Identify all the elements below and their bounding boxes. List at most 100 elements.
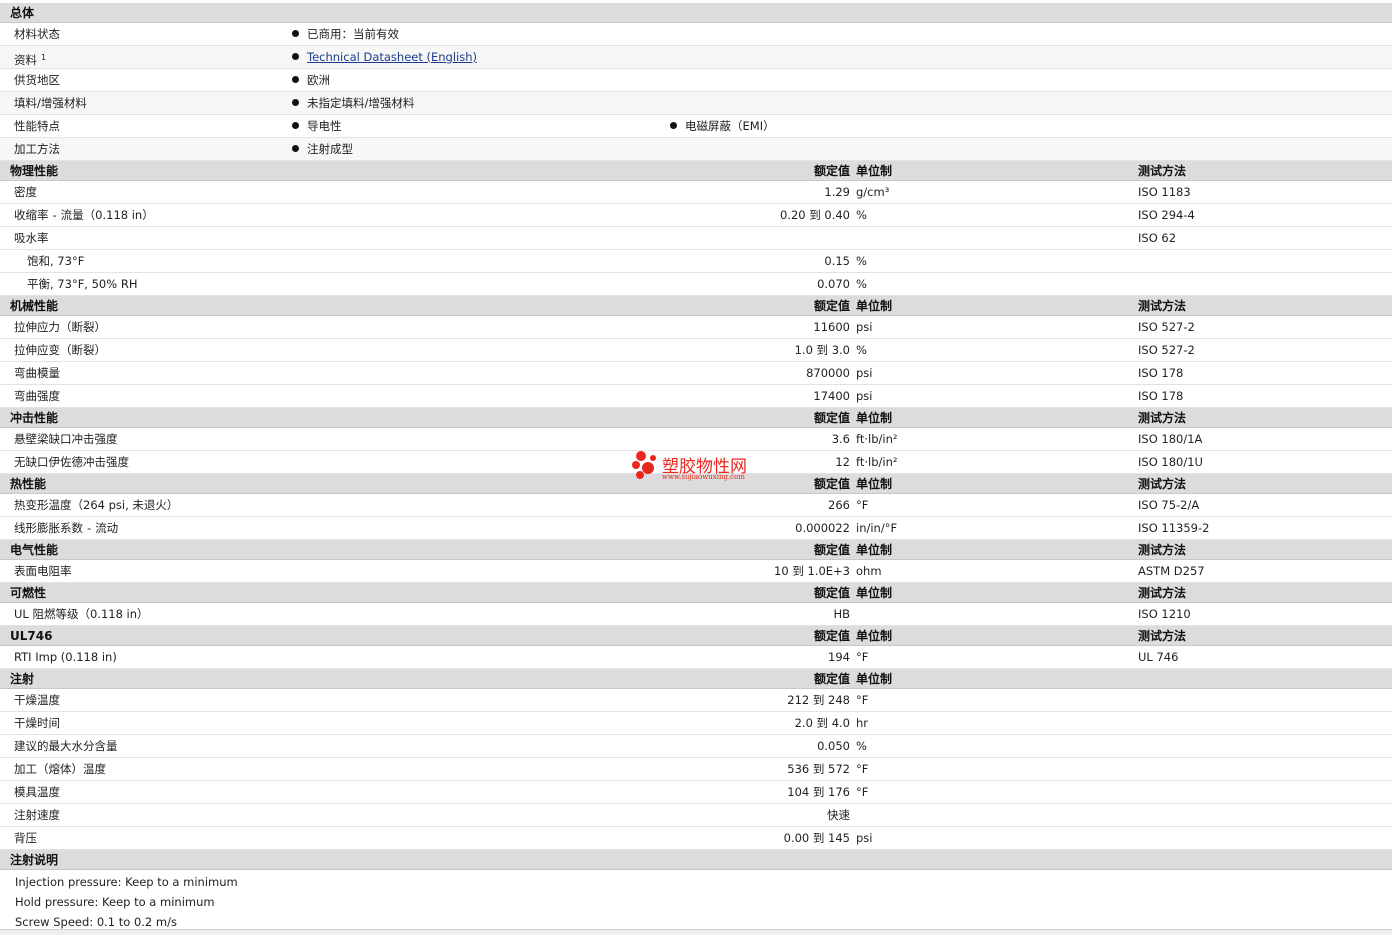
watermark-dots-icon [632, 450, 662, 482]
property-unit: % [856, 343, 867, 357]
property-row: 线形膨胀系数 - 流动 0.000022 in/in/°F ISO 11359-2 [0, 517, 1392, 540]
value-filler: 未指定填料/增强材料 [292, 92, 414, 115]
bullet-icon [292, 76, 299, 83]
watermark-subtitle: www.sujiaowuxing.com [662, 473, 745, 481]
property-label: 干燥温度 [14, 693, 60, 707]
value-feature-2: 电磁屏蔽（EMI） [670, 115, 775, 138]
property-test: ISO 178 [1138, 366, 1184, 380]
bullet-icon [292, 99, 299, 106]
property-label: RTI Imp (0.118 in) [14, 650, 117, 664]
property-row: UL 阻燃等级（0.118 in） HB ISO 1210 [0, 603, 1392, 626]
header-unit: 单位制 [856, 629, 893, 643]
property-value: 194 [828, 650, 850, 664]
property-row: 模具温度 104 到 176 °F [0, 781, 1392, 804]
property-value: 0.000022 [795, 521, 850, 535]
section-header-mechanical: 机械性能 额定值 单位制 测试方法 [0, 296, 1392, 316]
property-value: 1.29 [824, 185, 850, 199]
value-processing: 注射成型 [292, 138, 353, 161]
property-unit: g/cm³ [856, 185, 890, 199]
property-value: 266 [828, 498, 850, 512]
property-test: ISO 180/1A [1138, 432, 1203, 446]
header-unit: 单位制 [856, 672, 893, 686]
general-row-region: 供货地区 欧洲 [0, 69, 1392, 92]
property-label: 注射速度 [14, 808, 60, 822]
property-label: 拉伸应变（断裂） [14, 343, 106, 357]
header-test: 测试方法 [1138, 411, 1187, 425]
property-test: ISO 180/1U [1138, 455, 1203, 469]
label-processing: 加工方法 [14, 142, 60, 156]
header-test: 测试方法 [1138, 477, 1187, 491]
header-nominal: 额定值 [813, 543, 850, 557]
header-unit: 单位制 [856, 477, 893, 491]
header-test: 测试方法 [1138, 299, 1187, 313]
property-test: UL 746 [1138, 650, 1179, 664]
value-feature-1: 导电性 [292, 115, 342, 138]
header-unit: 单位制 [856, 411, 893, 425]
property-unit: hr [856, 716, 869, 730]
header-unit: 单位制 [856, 586, 893, 600]
header-test: 测试方法 [1138, 164, 1187, 178]
property-label: 模具温度 [14, 785, 60, 799]
property-unit: % [856, 254, 867, 268]
property-label: 密度 [14, 185, 37, 199]
property-unit: psi [856, 320, 873, 334]
value-material-status: 已商用：当前有效 [292, 23, 399, 46]
datasheet: 总体 材料状态 已商用：当前有效 资料 1 Technical Datasheet… [0, 0, 1392, 935]
header-nominal: 额定值 [813, 629, 850, 643]
property-value: 0.00 到 145 [783, 831, 850, 845]
label-region: 供货地区 [14, 73, 60, 87]
injection-note: Screw Speed: 0.1 to 0.2 m/s [15, 915, 177, 929]
section-header-injection: 注射 额定值 单位制 [0, 669, 1392, 689]
property-row: 密度 1.29 g/cm³ ISO 1183 [0, 181, 1392, 204]
property-test: ISO 62 [1138, 231, 1177, 245]
header-unit: 单位制 [856, 164, 893, 178]
property-label: 加工（熔体）温度 [14, 762, 106, 776]
property-value: 3.6 [831, 432, 850, 446]
property-value: 17400 [813, 389, 850, 403]
general-row-documents: 资料 1 Technical Datasheet (English) [0, 46, 1392, 69]
property-label: UL 阻燃等级（0.118 in） [14, 607, 149, 621]
section-title: 电气性能 [10, 543, 59, 557]
header-test: 测试方法 [1138, 629, 1187, 643]
label-material-status: 材料状态 [14, 27, 60, 41]
property-value: 536 到 572 [787, 762, 850, 776]
property-value: HB [833, 607, 850, 621]
property-label: 弯曲模量 [14, 366, 60, 380]
property-row: 拉伸应变（断裂） 1.0 到 3.0 % ISO 527-2 [0, 339, 1392, 362]
property-subrow: 饱和, 73°F 0.15 % [0, 250, 1392, 273]
technical-datasheet-link[interactable]: Technical Datasheet (English) [307, 50, 477, 64]
section-title: 机械性能 [10, 299, 59, 313]
property-test: ISO 1183 [1138, 185, 1191, 199]
bullet-icon [292, 30, 299, 37]
property-row: 干燥时间 2.0 到 4.0 hr [0, 712, 1392, 735]
property-test: ASTM D257 [1138, 564, 1205, 578]
section-header-general: 总体 [0, 3, 1392, 23]
property-row: 背压 0.00 到 145 psi [0, 827, 1392, 850]
bullet-icon [292, 122, 299, 129]
property-label: 吸水率 [14, 231, 49, 245]
property-row: 加工（熔体）温度 536 到 572 °F [0, 758, 1392, 781]
property-unit: % [856, 208, 867, 222]
property-subrow: 平衡, 73°F, 50% RH 0.070 % [0, 273, 1392, 296]
header-nominal: 额定值 [813, 299, 850, 313]
property-row: 弯曲模量 870000 psi ISO 178 [0, 362, 1392, 385]
property-test: ISO 527-2 [1138, 320, 1195, 334]
value-documents: Technical Datasheet (English) [292, 46, 477, 69]
section-title: 可燃性 [10, 586, 47, 600]
property-label: 平衡, 73°F, 50% RH [27, 277, 138, 291]
section-title-general: 总体 [10, 6, 35, 20]
property-row: 注射速度 快速 [0, 804, 1392, 827]
property-value: 10 到 1.0E+3 [774, 564, 850, 578]
property-label: 背压 [14, 831, 37, 845]
property-unit: psi [856, 831, 873, 845]
header-nominal: 额定值 [813, 586, 850, 600]
bullet-icon [292, 145, 299, 152]
property-value: 快速 [827, 808, 850, 822]
property-row: 吸水率 ISO 62 [0, 227, 1392, 250]
property-row: 悬壁梁缺口冲击强度 3.6 ft·lb/in² ISO 180/1A [0, 428, 1392, 451]
bullet-icon [292, 53, 299, 60]
property-value: 870000 [806, 366, 850, 380]
property-label: 表面电阻率 [14, 564, 72, 578]
section-title: 物理性能 [10, 164, 59, 178]
page-bottom-edge [0, 929, 1392, 935]
